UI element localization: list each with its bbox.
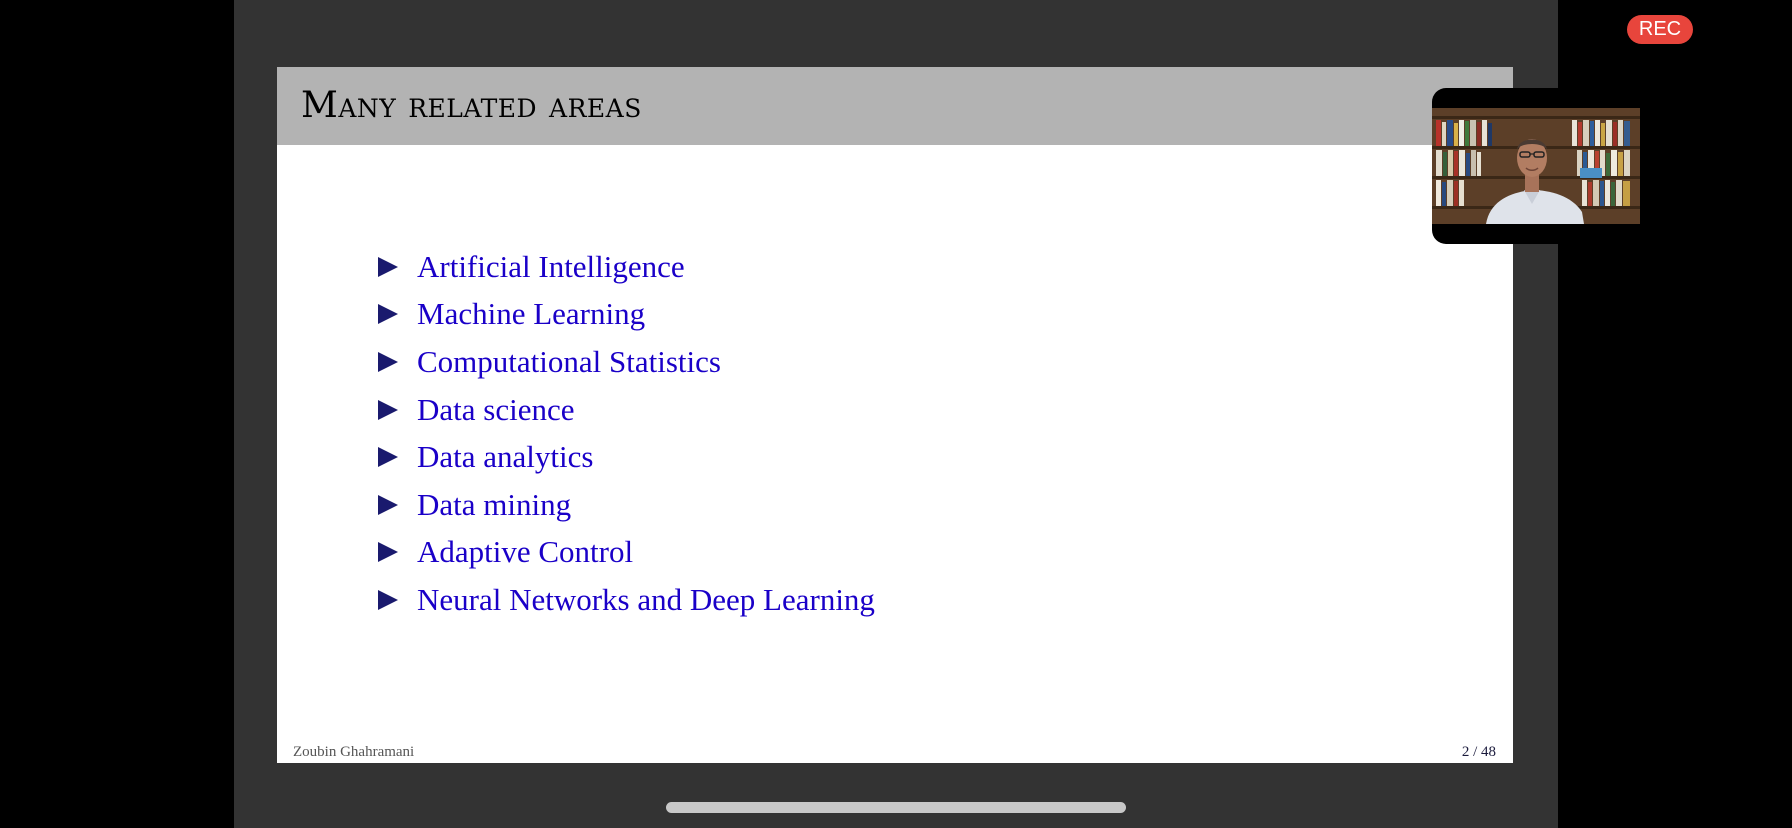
list-item: Data science — [378, 386, 875, 434]
list-item: Artificial Intelligence — [378, 243, 875, 291]
bullet-text: Machine Learning — [417, 296, 646, 332]
list-item: Neural Networks and Deep Learning — [378, 576, 875, 624]
presentation-slide: Many related areas Artificial Intelligen… — [277, 67, 1513, 763]
participant-video-thumbnail[interactable] — [1432, 88, 1640, 244]
slide-header: Many related areas — [277, 67, 1513, 145]
bullet-text: Data analytics — [417, 439, 594, 475]
triangle-bullet-icon — [378, 351, 398, 372]
bullet-text: Data science — [417, 391, 575, 427]
list-item: Machine Learning — [378, 291, 875, 339]
triangle-bullet-icon — [378, 447, 398, 468]
triangle-bullet-icon — [378, 304, 398, 325]
triangle-bullet-icon — [378, 494, 398, 515]
bullet-text: Computational Statistics — [417, 343, 721, 379]
bullet-list: Artificial Intelligence Machine Learning… — [378, 243, 875, 624]
triangle-bullet-icon — [378, 256, 398, 277]
list-item: Data analytics — [378, 433, 875, 481]
bullet-text: Data mining — [417, 486, 572, 522]
slide-title: Many related areas — [301, 85, 642, 126]
triangle-bullet-icon — [378, 589, 398, 610]
recording-badge: REC — [1627, 15, 1693, 44]
meeting-screen: Many related areas Artificial Intelligen… — [0, 0, 1792, 828]
list-item: Computational Statistics — [378, 338, 875, 386]
list-item: Adaptive Control — [378, 529, 875, 577]
home-indicator-bar[interactable] — [666, 802, 1126, 813]
bullet-text: Adaptive Control — [417, 534, 634, 570]
triangle-bullet-icon — [378, 399, 398, 420]
bullet-text: Neural Networks and Deep Learning — [417, 581, 875, 617]
list-item: Data mining — [378, 481, 875, 529]
bullet-text: Artificial Intelligence — [417, 248, 685, 284]
participant-video-feed — [1432, 108, 1640, 224]
slide-page-number: 2 / 48 — [1461, 744, 1496, 760]
slide-author: Zoubin Ghahramani — [293, 744, 415, 760]
triangle-bullet-icon — [378, 542, 398, 563]
